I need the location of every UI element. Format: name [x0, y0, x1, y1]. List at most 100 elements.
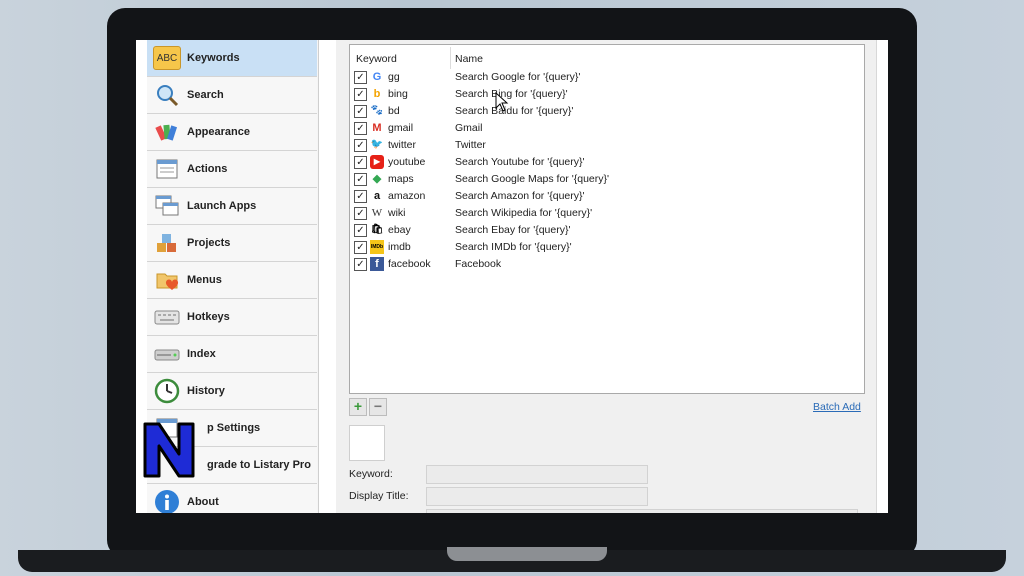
sidebar-item-keywords[interactable]: ABC Keywords: [147, 40, 317, 77]
table-row[interactable]: ✓ M gmail Gmail: [350, 120, 864, 137]
youtube-icon: ▶: [370, 155, 384, 169]
keyword-input[interactable]: [426, 465, 648, 484]
table-row[interactable]: ✓ f facebook Facebook: [350, 256, 864, 273]
imdb-icon: IMDb: [370, 240, 384, 254]
panel-edge: [876, 40, 877, 513]
sidebar-item-menus[interactable]: Menus: [147, 262, 317, 299]
wikipedia-icon: W: [371, 207, 383, 219]
row-keyword: gmail: [388, 122, 414, 134]
row-keyword: maps: [388, 173, 414, 185]
sidebar-item-label: Menus: [187, 274, 222, 286]
row-name: Search Youtube for '{query}': [455, 156, 585, 168]
sidebar-item-label: p Settings: [207, 422, 261, 434]
row-keyword: wiki: [388, 207, 406, 219]
sidebar-item-label: Hotkeys: [187, 311, 230, 323]
maps-icon: ◆: [372, 173, 382, 185]
sidebar-item-hotkeys[interactable]: Hotkeys: [147, 299, 317, 336]
twitter-icon: 🐦: [370, 139, 384, 150]
keyword-icon-preview[interactable]: [349, 425, 385, 461]
checkbox[interactable]: ✓: [354, 258, 367, 271]
clock-icon: [153, 377, 181, 405]
sidebar-item-label: About: [187, 496, 219, 508]
column-header-name[interactable]: Name: [455, 53, 483, 65]
laptop-notch: [447, 547, 607, 561]
row-keyword: gg: [388, 71, 400, 83]
sidebar-item-label: Keywords: [187, 52, 240, 64]
table-row[interactable]: ✓ 🐾 bd Search Baidu for '{query}': [350, 103, 864, 120]
row-name: Search Baidu for '{query}': [455, 105, 574, 117]
sidebar-item-label: Appearance: [187, 126, 250, 138]
sidebar-item-label: History: [187, 385, 225, 397]
checkbox[interactable]: ✓: [354, 139, 367, 152]
info-icon: [153, 488, 181, 513]
row-name: Search Google for '{query}': [455, 71, 581, 83]
row-name: Facebook: [455, 258, 502, 270]
sidebar-item-launch-apps[interactable]: Launch Apps: [147, 188, 317, 225]
next-field-input[interactable]: [426, 509, 858, 513]
column-separator[interactable]: [450, 47, 451, 69]
checkbox[interactable]: ✓: [354, 105, 367, 118]
display-title-input[interactable]: [426, 487, 648, 506]
sidebar-item-search[interactable]: Search: [147, 77, 317, 114]
row-name: Search Google Maps for '{query}': [455, 173, 610, 185]
batch-add-link[interactable]: Batch Add: [813, 401, 861, 413]
row-name: Search Wikipedia for '{query}': [455, 207, 593, 219]
sidebar-item-label: grade to Listary Pro: [207, 459, 311, 471]
row-keyword: twitter: [388, 139, 417, 151]
row-name: Search Ebay for '{query}': [455, 224, 571, 236]
table-row[interactable]: ✓ b bing Search Bing for '{query}': [350, 86, 864, 103]
folder-heart-icon: [153, 266, 181, 294]
checkbox[interactable]: ✓: [354, 88, 367, 101]
checkbox[interactable]: ✓: [354, 190, 367, 203]
add-keyword-button[interactable]: +: [349, 398, 367, 416]
checkbox[interactable]: ✓: [354, 71, 367, 84]
table-row[interactable]: ✓ IMDb imdb Search IMDb for '{query}': [350, 239, 864, 256]
row-name: Search IMDb for '{query}': [455, 241, 572, 253]
checkbox[interactable]: ✓: [354, 122, 367, 135]
table-row[interactable]: ✓ 🛍 ebay Search Ebay for '{query}': [350, 222, 864, 239]
row-name: Search Amazon for '{query}': [455, 190, 585, 202]
bing-icon: b: [373, 88, 381, 100]
table-row[interactable]: ✓ ◆ maps Search Google Maps for '{query}…: [350, 171, 864, 188]
sidebar-item-label: Actions: [187, 163, 228, 175]
remove-keyword-button[interactable]: −: [369, 398, 387, 416]
actions-icon: [153, 155, 181, 183]
sidebar-item-label: Projects: [187, 237, 231, 249]
google-icon: G: [372, 71, 382, 83]
mouse-cursor-icon: [495, 92, 509, 112]
table-row[interactable]: ✓ W wiki Search Wikipedia for '{query}': [350, 205, 864, 222]
sidebar-item-label: Launch Apps: [187, 200, 257, 212]
sidebar-item-about[interactable]: About: [147, 484, 317, 513]
row-name: Gmail: [455, 122, 483, 134]
checkbox[interactable]: ✓: [354, 156, 367, 169]
table-row[interactable]: ✓ 🐦 twitter Twitter: [350, 137, 864, 154]
ebay-icon: 🛍: [370, 224, 384, 235]
sidebar-item-actions[interactable]: Actions: [147, 151, 317, 188]
table-row[interactable]: ✓ a amazon Search Amazon for '{query}': [350, 188, 864, 205]
sidebar-item-appearance[interactable]: Appearance: [147, 114, 317, 151]
sidebar-item-projects[interactable]: Projects: [147, 225, 317, 262]
table-row[interactable]: ✓ G gg Search Google for '{query}': [350, 69, 864, 86]
checkbox[interactable]: ✓: [354, 207, 367, 220]
column-header-keyword[interactable]: Keyword: [356, 53, 397, 65]
row-keyword: amazon: [388, 190, 426, 202]
row-keyword: bd: [388, 105, 400, 117]
sidebar-item-index[interactable]: Index: [147, 336, 317, 373]
sidebar-item-label: Index: [187, 348, 216, 360]
sidebar-item-history[interactable]: History: [147, 373, 317, 410]
baidu-icon: 🐾: [370, 105, 384, 116]
checkbox[interactable]: ✓: [354, 173, 367, 186]
keyboard-icon: [153, 303, 181, 331]
windows-icon: [153, 192, 181, 220]
row-keyword: imdb: [388, 241, 411, 253]
abc-icon: ABC: [153, 46, 181, 70]
row-name: Search Bing for '{query}': [455, 88, 568, 100]
checkbox[interactable]: ✓: [354, 241, 367, 254]
cubes-icon: [153, 229, 181, 257]
keywords-list[interactable]: Keyword Name ✓ G gg Search Google for '{…: [349, 44, 865, 394]
n-logo-icon: [143, 422, 195, 478]
gmail-icon: M: [372, 122, 382, 134]
table-row[interactable]: ✓ ▶ youtube Search Youtube for '{query}': [350, 154, 864, 171]
row-keyword: ebay: [388, 224, 411, 236]
checkbox[interactable]: ✓: [354, 224, 367, 237]
